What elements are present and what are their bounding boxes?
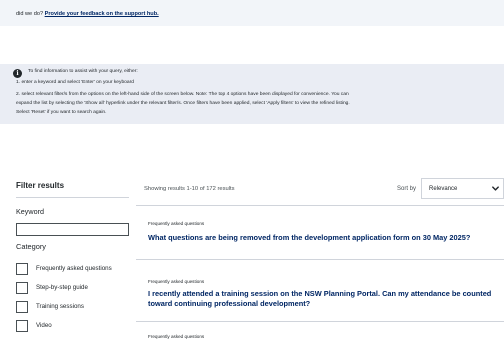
feedback-text: did we do? Provide your feedback on the …: [16, 11, 159, 17]
feedback-link[interactable]: Provide your feedback on the support hub…: [45, 11, 159, 17]
keyword-input[interactable]: [16, 223, 129, 236]
chevron-down-icon: [492, 186, 499, 191]
result-card[interactable]: Frequently asked questions: [136, 321, 504, 339]
category-option-label: Training sessions: [36, 303, 84, 310]
result-category: Frequently asked questions: [148, 334, 205, 339]
filter-results-title: Filter results: [16, 181, 65, 190]
feedback-prefix: did we do?: [16, 11, 44, 17]
sort-select[interactable]: Relevance: [421, 178, 504, 199]
checkbox[interactable]: [16, 301, 28, 313]
result-category: Frequently asked questions: [148, 221, 205, 226]
result-title-link[interactable]: I recently attended a training session o…: [148, 289, 504, 309]
info-step-2-line-2: expand the list by selecting the 'Show a…: [16, 101, 350, 106]
category-label: Category: [16, 242, 46, 251]
sort-value: Relevance: [429, 186, 458, 192]
category-option-video[interactable]: Video: [16, 320, 136, 332]
feedback-banner: did we do? Provide your feedback on the …: [0, 0, 504, 26]
category-option-label: Frequently asked questions: [36, 265, 112, 272]
filter-divider: [16, 197, 129, 198]
checkbox[interactable]: [16, 282, 28, 294]
result-title-link[interactable]: What questions are being removed from th…: [148, 233, 504, 243]
category-option-step-by-step[interactable]: Step-by-step guide: [16, 282, 136, 294]
sort-by-label: Sort by: [397, 186, 417, 192]
info-icon: i: [13, 69, 22, 78]
info-heading: To find information to assist with your …: [28, 69, 138, 74]
result-card[interactable]: Frequently asked questions I recently at…: [136, 259, 504, 321]
category-option-label: Video: [36, 322, 52, 329]
info-step-2-line-3: Select 'Reset' if you want to search aga…: [16, 110, 107, 115]
category-option-training[interactable]: Training sessions: [16, 301, 136, 313]
results-count: Showing results 1-10 of 172 results: [144, 186, 235, 192]
info-step-1: 1. enter a keyword and select 'Enter' on…: [16, 80, 134, 85]
result-card[interactable]: Frequently asked questions What question…: [136, 205, 504, 259]
category-option-label: Step-by-step guide: [36, 284, 88, 291]
result-category: Frequently asked questions: [148, 279, 205, 284]
info-box: i To find information to assist with you…: [0, 64, 504, 124]
keyword-label: Keyword: [16, 207, 44, 216]
category-option-faq[interactable]: Frequently asked questions: [16, 263, 136, 275]
checkbox[interactable]: [16, 263, 28, 275]
info-step-2-line-1: 2. select relevant filter/s from the opt…: [16, 92, 349, 97]
checkbox[interactable]: [16, 320, 28, 332]
